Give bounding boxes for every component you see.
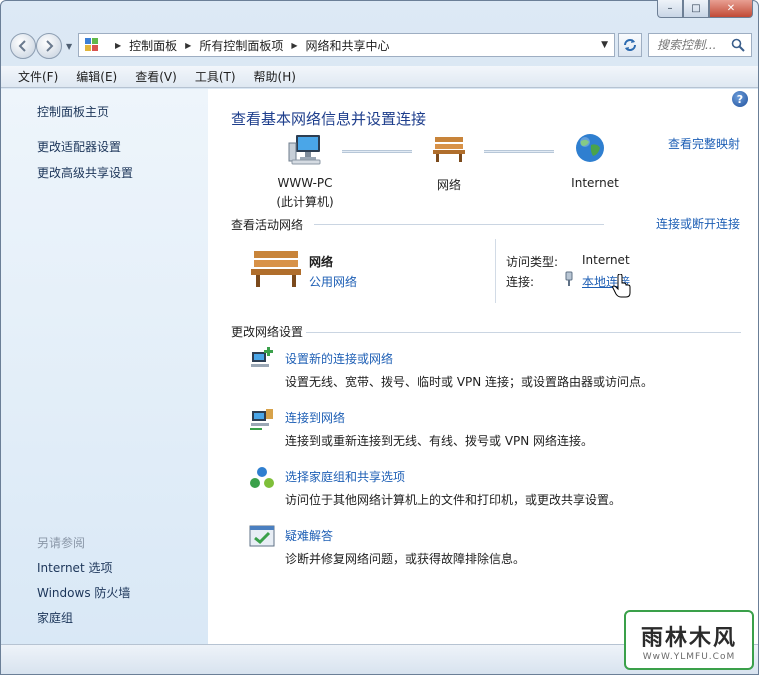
- main-content: ? 查看基本网络信息并设置连接 查看完整映射 WWW-PC (此计算机) 网络 …: [208, 89, 758, 644]
- search-box[interactable]: [648, 33, 752, 57]
- access-type-label: 访问类型:: [506, 255, 559, 269]
- back-arrow-icon: [18, 40, 26, 52]
- address-row: ▼ ▶ 控制面板 ▶ 所有控制面板项 ▶ 网络和共享中心 ▼: [8, 28, 752, 62]
- new-connection-icon: [251, 347, 273, 367]
- breadcrumb-separator-icon[interactable]: ▶: [185, 41, 191, 50]
- active-network-heading: 查看活动网络: [231, 218, 304, 232]
- task-link-new-connection[interactable]: 设置新的连接或网络: [285, 350, 393, 367]
- breadcrumb-network-center[interactable]: 网络和共享中心: [306, 37, 390, 54]
- menu-file[interactable]: 文件(F): [9, 68, 67, 85]
- task-link-homegroup[interactable]: 选择家庭组和共享选项: [285, 468, 405, 485]
- section-divider: [314, 224, 604, 225]
- navigation-pane: 控制面板主页 更改适配器设置 更改高级共享设置 另请参阅 Internet 选项…: [1, 89, 208, 644]
- close-button[interactable]: ✕: [709, 0, 753, 18]
- task-link-troubleshoot[interactable]: 疑难解答: [285, 527, 333, 544]
- internet-link-line: [484, 150, 554, 153]
- search-icon[interactable]: [731, 38, 745, 52]
- breadcrumb-all-items[interactable]: 所有控制面板项: [199, 37, 283, 54]
- breadcrumb-control-panel[interactable]: 控制面板: [129, 37, 177, 54]
- menu-edit[interactable]: 编辑(E): [67, 68, 126, 85]
- connect-disconnect-link[interactable]: 连接或断开连接: [656, 215, 740, 232]
- search-input[interactable]: [657, 38, 733, 52]
- homegroup-icon: [250, 467, 274, 488]
- task-desc-homegroup: 访问位于其他网络计算机上的文件和打印机，或更改共享设置。: [285, 493, 622, 507]
- control-panel-icon: [85, 38, 101, 52]
- menu-tools[interactable]: 工具(T): [186, 68, 245, 85]
- internet-globe-icon[interactable]: [574, 132, 606, 164]
- troubleshoot-icon: [249, 525, 275, 547]
- sidebar-item-home[interactable]: 控制面板主页: [37, 103, 109, 120]
- watermark-url: WwW.YLMFU.CoM: [642, 652, 736, 662]
- sidebar-item-internet-options[interactable]: Internet 选项: [37, 559, 112, 576]
- active-network-bench-icon[interactable]: [250, 249, 302, 289]
- menu-view[interactable]: 查看(V): [126, 68, 186, 85]
- refresh-icon: [624, 39, 636, 51]
- sidebar-item-firewall[interactable]: Windows 防火墙: [37, 584, 130, 601]
- computer-subtitle: (此计算机): [276, 195, 334, 209]
- task-desc-new-connection: 设置无线、宽带、拨号、临时或 VPN 连接；或设置路由器或访问点。: [285, 375, 654, 389]
- menu-bar: 文件(F) 编辑(E) 查看(V) 工具(T) 帮助(H): [1, 66, 758, 88]
- caption-buttons: – □ ✕: [657, 0, 753, 18]
- change-settings-heading: 更改网络设置: [231, 325, 304, 339]
- address-bar[interactable]: ▶ 控制面板 ▶ 所有控制面板项 ▶ 网络和共享中心 ▼: [78, 33, 615, 57]
- network-node-label: 网络: [436, 178, 461, 192]
- watermark-logo: 雨林木风 WwW.YLMFU.CoM: [624, 610, 754, 670]
- sidebar-item-homegroup[interactable]: 家庭组: [37, 609, 73, 626]
- forward-button[interactable]: [36, 33, 62, 59]
- maximize-button[interactable]: □: [683, 0, 709, 18]
- forward-arrow-icon: [46, 40, 54, 52]
- network-bench-icon[interactable]: [432, 135, 466, 163]
- network-type-link[interactable]: 公用网络: [309, 273, 357, 290]
- internet-node-label: Internet: [571, 176, 619, 190]
- sidebar-item-advanced-sharing[interactable]: 更改高级共享设置: [37, 164, 133, 181]
- network-link-line: [342, 150, 412, 153]
- page-title: 查看基本网络信息并设置连接: [231, 110, 427, 128]
- computer-icon[interactable]: [288, 133, 324, 165]
- section-divider: [306, 332, 741, 333]
- recent-pages-chevron-icon[interactable]: ▼: [66, 42, 72, 51]
- address-dropdown-icon[interactable]: ▼: [601, 40, 608, 50]
- menu-help[interactable]: 帮助(H): [245, 68, 305, 85]
- computer-node-label: WWW-PC (此计算机): [260, 176, 350, 210]
- task-desc-connect-network: 连接到或重新连接到无线、有线、拨号或 VPN 网络连接。: [285, 434, 594, 448]
- breadcrumb-separator-icon[interactable]: ▶: [115, 41, 121, 50]
- see-also-heading: 另请参阅: [37, 536, 86, 550]
- task-desc-troubleshoot: 诊断并修复网络问题，或获得故障排除信息。: [285, 552, 526, 566]
- hand-cursor-icon: [612, 274, 631, 298]
- task-link-connect-network[interactable]: 连接到网络: [285, 409, 345, 426]
- vertical-divider: [495, 239, 496, 303]
- connect-network-icon: [250, 409, 273, 430]
- access-type-value: Internet: [582, 253, 630, 267]
- sidebar-item-adapter-settings[interactable]: 更改适配器设置: [37, 138, 121, 155]
- breadcrumb-separator-icon[interactable]: ▶: [291, 41, 297, 50]
- full-map-link[interactable]: 查看完整映射: [668, 135, 740, 152]
- help-icon[interactable]: ?: [732, 91, 748, 107]
- ethernet-icon: [565, 271, 573, 286]
- active-network-name: 网络: [309, 255, 334, 269]
- watermark-title: 雨林木风: [640, 625, 737, 651]
- refresh-button[interactable]: [618, 33, 642, 57]
- computer-name: WWW-PC: [277, 176, 333, 190]
- minimize-button[interactable]: –: [657, 0, 683, 18]
- connections-label: 连接:: [506, 275, 535, 289]
- back-button[interactable]: [10, 33, 36, 59]
